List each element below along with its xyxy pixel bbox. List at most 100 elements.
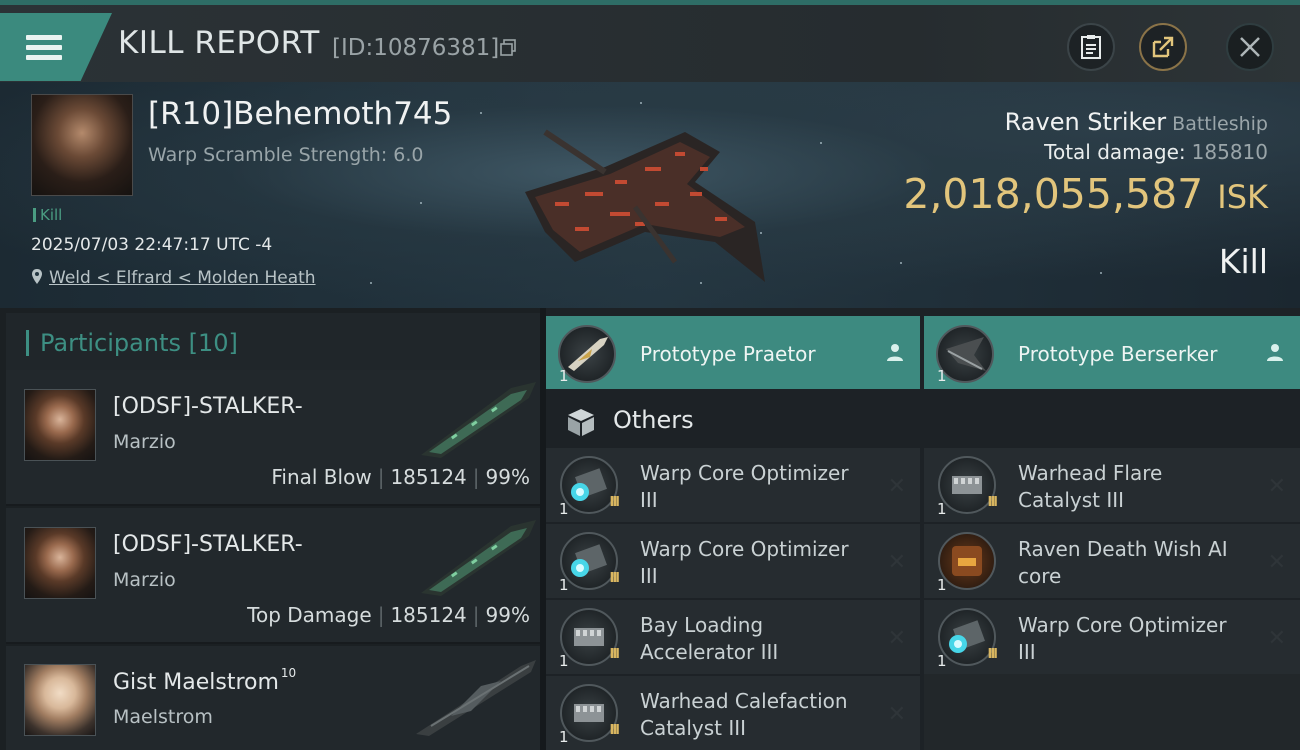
dropped-item[interactable]: III 1 Warp Core Optimizer III ✕ xyxy=(546,448,920,522)
clipboard-icon xyxy=(1081,35,1101,59)
hamburger-icon xyxy=(26,30,62,65)
participant-damage: 185124 xyxy=(390,465,467,489)
quantity: 1 xyxy=(559,576,569,594)
participant-ship-icon xyxy=(421,382,536,458)
participant-avatar xyxy=(24,389,96,461)
participants-header[interactable]: Participants [10] xyxy=(6,313,540,372)
warhead-icon: III xyxy=(560,684,620,742)
participant-stats: Final Blow | 185124 | 99% xyxy=(271,465,530,489)
quantity: 1 xyxy=(559,728,569,746)
destroyed-x-icon: ✕ xyxy=(887,550,906,575)
participant-name: [ODSF]-STALKER- xyxy=(113,532,303,557)
kill-datetime: 2025/07/03 22:47:17 UTC -4 xyxy=(31,235,273,255)
isk-value: 2,018,055,587 ISK xyxy=(903,170,1268,218)
person-icon xyxy=(887,344,903,361)
destroyed-x-icon: ✕ xyxy=(887,626,906,651)
cube-icon xyxy=(568,409,594,436)
participant-percent: 99% xyxy=(485,465,530,489)
attacker-ship-label: Prototype Praetor xyxy=(640,342,816,366)
destroyed-x-icon: ✕ xyxy=(1267,550,1286,575)
attacker-ship-card[interactable]: 1 Prototype Praetor xyxy=(546,316,920,389)
dropped-item[interactable]: 1 Raven Death Wish AI core ✕ xyxy=(924,524,1300,598)
dropped-item[interactable]: III 1 Warhead Calefaction Catalyst III ✕ xyxy=(546,676,920,750)
participants-count: [10] xyxy=(188,329,238,357)
dropped-item[interactable]: III 1 Warp Core Optimizer III ✕ xyxy=(546,524,920,598)
quantity: 1 xyxy=(937,500,947,518)
quantity: 1 xyxy=(559,500,569,518)
quantity: 1 xyxy=(937,576,947,594)
participant-percent: 99% xyxy=(485,603,530,627)
attacker-ship-card[interactable]: 1 Prototype Berserker xyxy=(924,316,1300,389)
victim-ship-name[interactable]: Raven Striker Battleship xyxy=(1005,108,1268,136)
participant-role: Top Damage xyxy=(247,603,372,627)
share-button[interactable] xyxy=(1139,23,1187,71)
warp-scramble-strength: Warp Scramble Strength: 6.0 xyxy=(148,144,424,166)
bay-loading-icon: III xyxy=(560,608,620,666)
menu-button[interactable] xyxy=(0,13,112,81)
quantity: 1 xyxy=(559,367,569,385)
items-panel: 1 Prototype Praetor 1 Prototype Berserke… xyxy=(546,308,1300,750)
close-icon xyxy=(1240,37,1260,57)
item-name: Warhead Calefaction Catalyst III xyxy=(640,689,848,740)
location-link[interactable]: Weld < Elfrard < Molden Heath xyxy=(31,268,316,288)
destroyed-x-icon: ✕ xyxy=(1267,474,1286,499)
participant-row[interactable]: [ODSF]-STALKER- Marzio Final Blow | 185124… xyxy=(6,370,540,506)
participant-row[interactable]: Gist Maelstrom 10 Maelstrom xyxy=(6,646,540,750)
victim-banner: [R10]Behemoth745 Warp Scramble Strength:… xyxy=(0,82,1300,308)
total-damage: Total damage: 185810 xyxy=(1044,140,1268,164)
item-name: Warp Core Optimizer III xyxy=(640,461,849,512)
destroyed-x-icon: ✕ xyxy=(887,702,906,727)
share-icon xyxy=(1152,36,1174,58)
close-button[interactable] xyxy=(1226,23,1274,71)
others-section-header: Others xyxy=(546,393,1300,448)
victim-avatar[interactable] xyxy=(31,94,133,196)
participant-corp: Marzio xyxy=(113,569,176,591)
participant-ship-icon xyxy=(416,660,536,736)
warp-core-icon: III xyxy=(938,608,998,666)
participant-avatar xyxy=(24,664,96,736)
item-name: Bay Loading Accelerator III xyxy=(640,613,779,664)
item-name: Raven Death Wish AI core xyxy=(1018,537,1228,588)
participant-level: 10 xyxy=(280,666,297,680)
participant-name: Gist Maelstrom 10 xyxy=(113,666,297,695)
clipboard-button[interactable] xyxy=(1067,23,1115,71)
destroyed-x-icon: ✕ xyxy=(1267,626,1286,651)
page-title: KILL REPORT xyxy=(118,25,320,61)
participant-name: [ODSF]-STALKER- xyxy=(113,394,303,419)
kill-tag: Kill xyxy=(33,206,62,224)
item-name: Warhead Flare Catalyst III xyxy=(1018,461,1163,512)
dropped-item[interactable]: III 1 Warp Core Optimizer III ✕ xyxy=(924,600,1300,674)
others-label: Others xyxy=(613,406,694,434)
participant-row[interactable]: [ODSF]-STALKER- Marzio Top Damage | 185124… xyxy=(6,508,540,644)
participant-corp: Maelstrom xyxy=(113,706,213,728)
warp-core-icon: III xyxy=(560,456,620,514)
warhead-icon: III xyxy=(938,456,998,514)
victim-ship-image xyxy=(525,129,765,282)
participant-role: Final Blow xyxy=(271,465,372,489)
warp-core-icon: III xyxy=(560,532,620,590)
quantity: 1 xyxy=(937,652,947,670)
destroyed-x-icon: ✕ xyxy=(887,474,906,499)
dropped-item[interactable]: III 1 Bay Loading Accelerator III ✕ xyxy=(546,600,920,674)
participants-label: Participants xyxy=(40,329,181,357)
location-pin-icon xyxy=(32,269,42,284)
attacker-ship-label: Prototype Berserker xyxy=(1018,342,1218,366)
kill-result: Kill xyxy=(1218,242,1268,281)
participant-avatar xyxy=(24,527,96,599)
empty-grid-cell xyxy=(924,674,1300,750)
report-id: [ID:10876381] xyxy=(332,35,500,61)
item-name: Warp Core Optimizer III xyxy=(1018,613,1227,664)
participant-damage: 185124 xyxy=(390,603,467,627)
header-bar: KILL REPORT [ID:10876381] xyxy=(0,5,1300,82)
quantity: 1 xyxy=(559,652,569,670)
quantity: 1 xyxy=(937,367,947,385)
victim-name[interactable]: [R10]Behemoth745 xyxy=(148,96,452,132)
ai-core-icon xyxy=(938,532,996,590)
participant-stats: Top Damage | 185124 | 99% xyxy=(247,603,530,627)
item-name: Warp Core Optimizer III xyxy=(640,537,849,588)
dropped-item[interactable]: III 1 Warhead Flare Catalyst III ✕ xyxy=(924,448,1300,522)
participant-corp: Marzio xyxy=(113,431,176,453)
participant-ship-icon xyxy=(421,520,536,596)
person-icon xyxy=(1267,344,1283,361)
copy-icon[interactable] xyxy=(500,39,517,56)
